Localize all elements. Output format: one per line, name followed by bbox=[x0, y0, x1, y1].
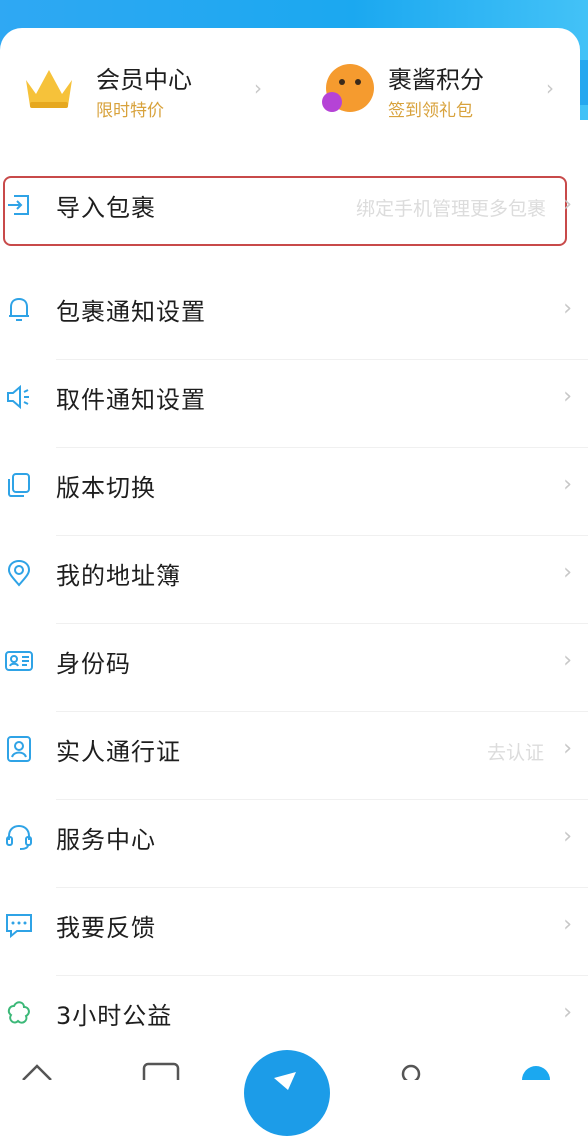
chat-icon bbox=[6, 914, 32, 939]
message-icon[interactable] bbox=[142, 1062, 180, 1080]
chevron-right-icon: › bbox=[563, 736, 572, 761]
chevron-right-icon: › bbox=[563, 384, 572, 409]
chevron-right-icon: › bbox=[563, 192, 572, 217]
points-subtitle: 签到领礼包 bbox=[388, 101, 473, 121]
list-item-address[interactable]: 我的地址簿 › bbox=[0, 536, 588, 624]
chevron-right-icon: › bbox=[563, 648, 572, 673]
charity-icon bbox=[7, 1001, 30, 1024]
crown-icon bbox=[26, 70, 72, 108]
list-item-import[interactable]: 导入包裹 绑定手机管理更多包裹 › bbox=[0, 168, 588, 256]
points-title: 裹酱积分 bbox=[388, 66, 484, 94]
member-center-button[interactable]: 会员中心 限时特价 › bbox=[0, 28, 290, 138]
chevron-right-icon: › bbox=[563, 824, 572, 849]
speaker-icon bbox=[7, 384, 29, 410]
chevron-right-icon: › bbox=[563, 296, 572, 321]
member-center-subtitle: 限时特价 bbox=[96, 101, 164, 121]
list-item-package-notify[interactable]: 包裹通知设置 › bbox=[0, 272, 588, 360]
list-item-label: 身份码 bbox=[56, 650, 131, 678]
list-item-service[interactable]: 服务中心 › bbox=[0, 800, 588, 888]
list-item-realname[interactable]: 实人通行证 去认证 › bbox=[0, 712, 588, 800]
chevron-right-icon: › bbox=[546, 76, 554, 100]
id-card-icon bbox=[5, 651, 33, 671]
list-item-hint: 去认证 bbox=[486, 742, 544, 764]
list-item-label: 3小时公益 bbox=[56, 1002, 173, 1030]
points-button[interactable]: 裹酱积分 签到领礼包 › bbox=[300, 28, 588, 138]
bell-icon bbox=[9, 297, 29, 321]
list-item-label: 我要反馈 bbox=[56, 914, 156, 942]
user-badge-icon bbox=[7, 736, 31, 762]
list-item-label: 导入包裹 bbox=[56, 194, 156, 222]
switch-icon bbox=[8, 473, 30, 497]
mascot-icon bbox=[322, 64, 374, 112]
send-icon bbox=[274, 1072, 296, 1090]
scan-button[interactable] bbox=[244, 1050, 330, 1136]
home-icon[interactable] bbox=[20, 1062, 54, 1080]
member-center-title: 会员中心 bbox=[96, 66, 192, 94]
promo-row: 会员中心 限时特价 › 裹酱积分 签到领礼包 › bbox=[0, 28, 588, 138]
list-item-label: 服务中心 bbox=[56, 826, 156, 854]
location-icon bbox=[7, 559, 31, 587]
list-item-label: 取件通知设置 bbox=[56, 386, 206, 414]
list-item-label: 版本切换 bbox=[56, 474, 156, 502]
list-item-hint: 绑定手机管理更多包裹 bbox=[355, 198, 546, 220]
list-item-feedback[interactable]: 我要反馈 › bbox=[0, 888, 588, 976]
chevron-right-icon: › bbox=[254, 76, 262, 100]
profile-icon[interactable] bbox=[398, 1062, 424, 1080]
list-item-id-code[interactable]: 身份码 › bbox=[0, 624, 588, 712]
list-item-pickup-notify[interactable]: 取件通知设置 › bbox=[0, 360, 588, 448]
headset-icon bbox=[6, 824, 32, 850]
chevron-right-icon: › bbox=[563, 472, 572, 497]
mine-icon[interactable] bbox=[520, 1062, 552, 1080]
chevron-right-icon: › bbox=[563, 912, 572, 937]
chevron-right-icon: › bbox=[563, 560, 572, 585]
list-item-label: 包裹通知设置 bbox=[56, 298, 206, 326]
list-item-label: 实人通行证 bbox=[56, 738, 181, 766]
list-item-label: 我的地址簿 bbox=[56, 562, 181, 590]
list-item-version[interactable]: 版本切换 › bbox=[0, 448, 588, 536]
import-icon bbox=[8, 195, 29, 215]
chevron-right-icon: › bbox=[563, 1000, 572, 1025]
